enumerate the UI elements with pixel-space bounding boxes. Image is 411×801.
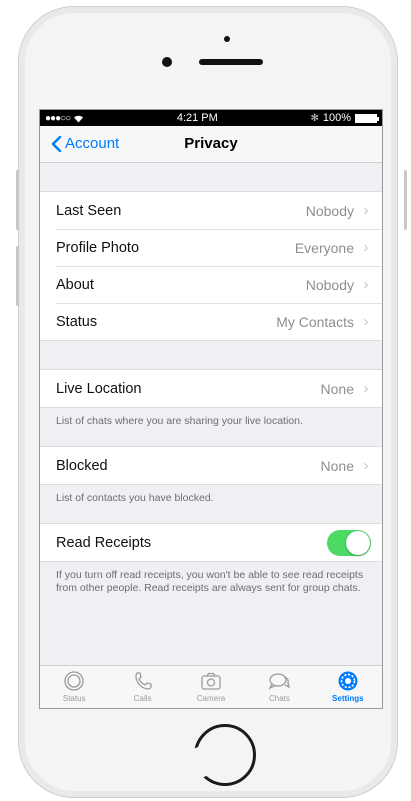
read-receipts-row: Read Receipts xyxy=(40,524,382,561)
phone-screen: ●●●○○ 4:21 PM ✻ 100% Account Privacy Las… xyxy=(39,109,383,709)
live-location-footnote: List of chats where you are sharing your… xyxy=(56,415,303,427)
tab-calls[interactable]: Calls xyxy=(108,666,176,708)
camera-icon xyxy=(201,672,221,690)
status-icon xyxy=(64,671,84,691)
tab-label: Status xyxy=(62,694,86,703)
chat-bubbles-icon xyxy=(268,673,291,690)
chevron-right-icon: › xyxy=(363,202,369,219)
phone-icon xyxy=(134,672,152,690)
tab-label: Calls xyxy=(133,694,152,703)
live-location-group: Live Location None › xyxy=(40,369,382,408)
tab-bar: Status Calls Camera Chats Settings xyxy=(40,665,382,708)
read-receipts-footnote: If you turn off read receipts, you won't… xyxy=(56,569,364,594)
tab-settings[interactable]: Settings xyxy=(314,666,382,708)
row-label: Profile Photo xyxy=(56,239,140,256)
bluetooth-icon: ✻ xyxy=(310,112,319,124)
volume-down-button xyxy=(16,246,19,306)
blocked-group: Blocked None › xyxy=(40,446,382,485)
chevron-right-icon: › xyxy=(363,380,369,397)
tab-chats[interactable]: Chats xyxy=(245,666,313,708)
tab-camera[interactable]: Camera xyxy=(177,666,245,708)
about-row[interactable]: About Nobody › xyxy=(40,266,382,303)
live-location-row[interactable]: Live Location None › xyxy=(40,370,382,407)
status-bar: ●●●○○ 4:21 PM ✻ 100% xyxy=(40,110,382,126)
read-receipts-group: Read Receipts xyxy=(40,523,382,562)
row-value: My Contacts xyxy=(276,313,354,330)
row-label: Blocked xyxy=(56,457,108,474)
profile-photo-row[interactable]: Profile Photo Everyone › xyxy=(40,229,382,266)
last-seen-row[interactable]: Last Seen Nobody › xyxy=(40,192,382,229)
row-value: None xyxy=(320,380,354,397)
row-value: Nobody xyxy=(305,202,354,219)
chevron-right-icon: › xyxy=(363,239,369,256)
tab-label: Chats xyxy=(268,694,290,703)
blocked-footnote: List of contacts you have blocked. xyxy=(56,492,214,504)
toggle-knob xyxy=(346,530,370,555)
tab-label: Settings xyxy=(332,694,364,703)
privacy-settings-group: Last Seen Nobody › Profile Photo Everyon… xyxy=(40,191,382,341)
tab-status[interactable]: Status xyxy=(40,666,108,708)
row-label: Live Location xyxy=(56,380,142,397)
front-sensor xyxy=(162,57,172,67)
row-label: Read Receipts xyxy=(56,534,152,551)
blocked-row[interactable]: Blocked None › xyxy=(40,447,382,484)
tab-label: Camera xyxy=(196,694,226,703)
row-label: About xyxy=(56,276,94,293)
signal-strength: ●●●○○ xyxy=(45,112,71,124)
row-value: Everyone xyxy=(294,239,354,256)
wifi-icon xyxy=(74,115,84,122)
row-value: None xyxy=(320,457,354,474)
status-privacy-row[interactable]: Status My Contacts › xyxy=(40,303,382,340)
volume-up-button xyxy=(16,170,19,230)
power-button xyxy=(404,170,407,230)
read-receipts-toggle[interactable] xyxy=(327,529,371,556)
front-camera-dot xyxy=(224,36,230,42)
chevron-right-icon: › xyxy=(363,276,369,293)
gear-icon xyxy=(338,671,358,691)
earpiece-speaker xyxy=(199,59,263,65)
status-time: 4:21 PM xyxy=(176,112,218,124)
chevron-right-icon: › xyxy=(363,313,369,330)
navigation-bar: Account Privacy xyxy=(40,126,382,163)
battery-icon xyxy=(354,113,379,123)
battery-percent: 100% xyxy=(322,112,351,124)
row-label: Last Seen xyxy=(56,202,122,219)
page-title: Privacy xyxy=(184,135,238,152)
row-value: Nobody xyxy=(305,276,354,293)
chevron-right-icon: › xyxy=(363,457,369,474)
row-label: Status xyxy=(56,313,98,330)
